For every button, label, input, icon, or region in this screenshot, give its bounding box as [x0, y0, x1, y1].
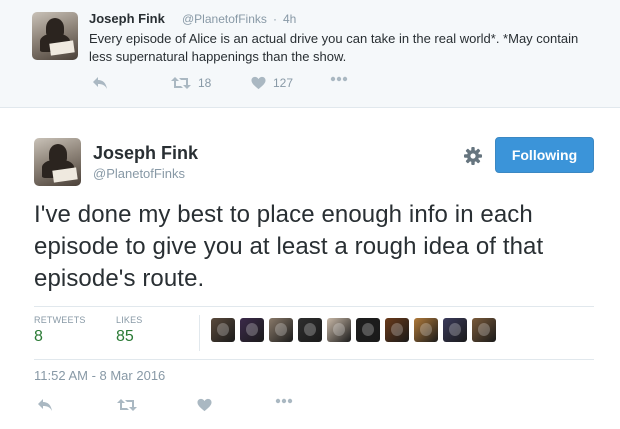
liker-avatar[interactable] [298, 318, 322, 342]
reply-icon [37, 398, 53, 412]
tweet-text: Every episode of Alice is an actual driv… [89, 31, 579, 64]
liker-avatar[interactable] [211, 318, 235, 342]
more-icon [275, 398, 293, 404]
gear-icon[interactable] [463, 146, 483, 166]
liker-avatar[interactable] [356, 318, 380, 342]
following-button[interactable]: Following [495, 137, 594, 173]
liker-avatar[interactable] [385, 318, 409, 342]
more-icon [330, 76, 348, 82]
tweet-stats: RETWEETS 8 LIKES 85 [34, 306, 594, 360]
tweet-time[interactable]: 4h [283, 12, 296, 26]
more-button[interactable] [275, 398, 293, 404]
retweet-count: 18 [198, 76, 212, 90]
heart-icon [197, 398, 212, 412]
retweets-label[interactable]: RETWEETS [34, 315, 86, 325]
likes-count[interactable]: 85 [116, 328, 134, 346]
tweet-actions: 18 127 [89, 76, 389, 96]
reply-button[interactable] [92, 76, 108, 90]
avatar[interactable] [34, 138, 81, 186]
liker-avatars [211, 318, 501, 344]
retweet-icon [171, 76, 191, 90]
liker-avatar[interactable] [240, 318, 264, 342]
author-name[interactable]: Joseph Fink [93, 143, 198, 164]
tweet-actions [34, 398, 334, 418]
liker-avatar[interactable] [472, 318, 496, 342]
liker-avatar[interactable] [443, 318, 467, 342]
retweet-button[interactable]: 18 [171, 76, 211, 90]
reply-icon [92, 76, 108, 90]
author-handle[interactable]: @PlanetofFinks [93, 166, 185, 181]
author-handle[interactable]: @PlanetofFinks [182, 12, 267, 26]
like-button[interactable] [197, 398, 212, 412]
liker-avatar[interactable] [327, 318, 351, 342]
retweet-button[interactable] [117, 398, 137, 412]
like-count: 127 [273, 76, 294, 90]
like-button[interactable]: 127 [251, 76, 293, 90]
author-name[interactable]: Joseph Fink [89, 11, 165, 26]
liker-avatar[interactable] [414, 318, 438, 342]
likes-label[interactable]: LIKES [116, 315, 143, 325]
tweet-text: I've done my best to place enough info i… [34, 201, 544, 292]
separator-dot: · [273, 12, 277, 26]
more-button[interactable] [330, 76, 348, 82]
reply-button[interactable] [37, 398, 53, 412]
stats-divider [199, 315, 200, 351]
liker-avatar[interactable] [269, 318, 293, 342]
retweets-count[interactable]: 8 [34, 328, 43, 346]
retweet-icon [117, 398, 137, 412]
parent-tweet[interactable]: Joseph Fink @PlanetofFinks · 4h Every ep… [0, 0, 620, 108]
heart-icon [251, 76, 266, 90]
tweet-timestamp[interactable]: 11:52 AM - 8 Mar 2016 [34, 368, 165, 383]
avatar[interactable] [32, 12, 78, 60]
